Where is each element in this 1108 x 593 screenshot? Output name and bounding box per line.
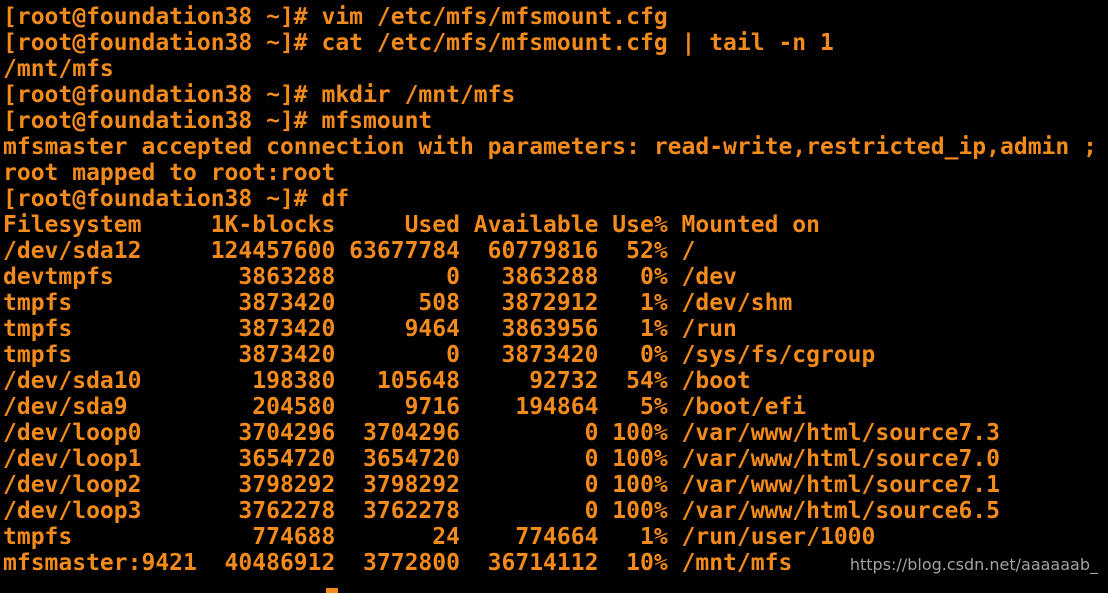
terminal-line: mfsmaster accepted connection with param… [3,134,1097,160]
df-row: /dev/sda9 204580 9716 194864 5% /boot/ef… [3,394,807,420]
df-row: /dev/loop2 3798292 3798292 0 100% /var/w… [3,472,1000,498]
terminal-line: [root@foundation38 ~]# df [3,186,350,212]
cursor-block [326,588,338,593]
terminal-line: root mapped to root:root [3,160,336,186]
terminal-line: [root@foundation38 ~]# mkdir /mnt/mfs [3,82,516,108]
terminal-line: [root@foundation38 ~]# vim /etc/mfs/mfsm… [3,4,668,30]
df-row: /dev/loop1 3654720 3654720 0 100% /var/w… [3,446,1000,472]
df-row: /dev/loop0 3704296 3704296 0 100% /var/w… [3,420,1000,446]
df-row: devtmpfs 3863288 0 3863288 0% /dev [3,264,737,290]
terminal-line: /mnt/mfs [3,56,114,82]
terminal-output[interactable]: [root@foundation38 ~]# vim /etc/mfs/mfsm… [3,4,1108,580]
df-row: /dev/sda12 124457600 63677784 60779816 5… [3,238,696,264]
df-row: tmpfs 3873420 9464 3863956 1% /run [3,316,737,342]
df-row: tmpfs 3873420 0 3873420 0% /sys/fs/cgrou… [3,342,876,368]
df-row: tmpfs 3873420 508 3872912 1% /dev/shm [3,290,793,316]
terminal-line: [root@foundation38 ~]# mfsmount [3,108,433,134]
watermark-text: https://blog.csdn.net/aaaaaab_ [849,555,1098,574]
df-row: /dev/sda10 198380 105648 92732 54% /boot [3,368,751,394]
df-row: /dev/loop3 3762278 3762278 0 100% /var/w… [3,498,1000,524]
df-row: tmpfs 774688 24 774664 1% /run/user/1000 [3,524,876,550]
terminal-line: [root@foundation38 ~]# cat /etc/mfs/mfsm… [3,30,834,56]
terminal-cursor [326,575,338,593]
df-header-row: Filesystem 1K-blocks Used Available Use%… [3,212,820,238]
